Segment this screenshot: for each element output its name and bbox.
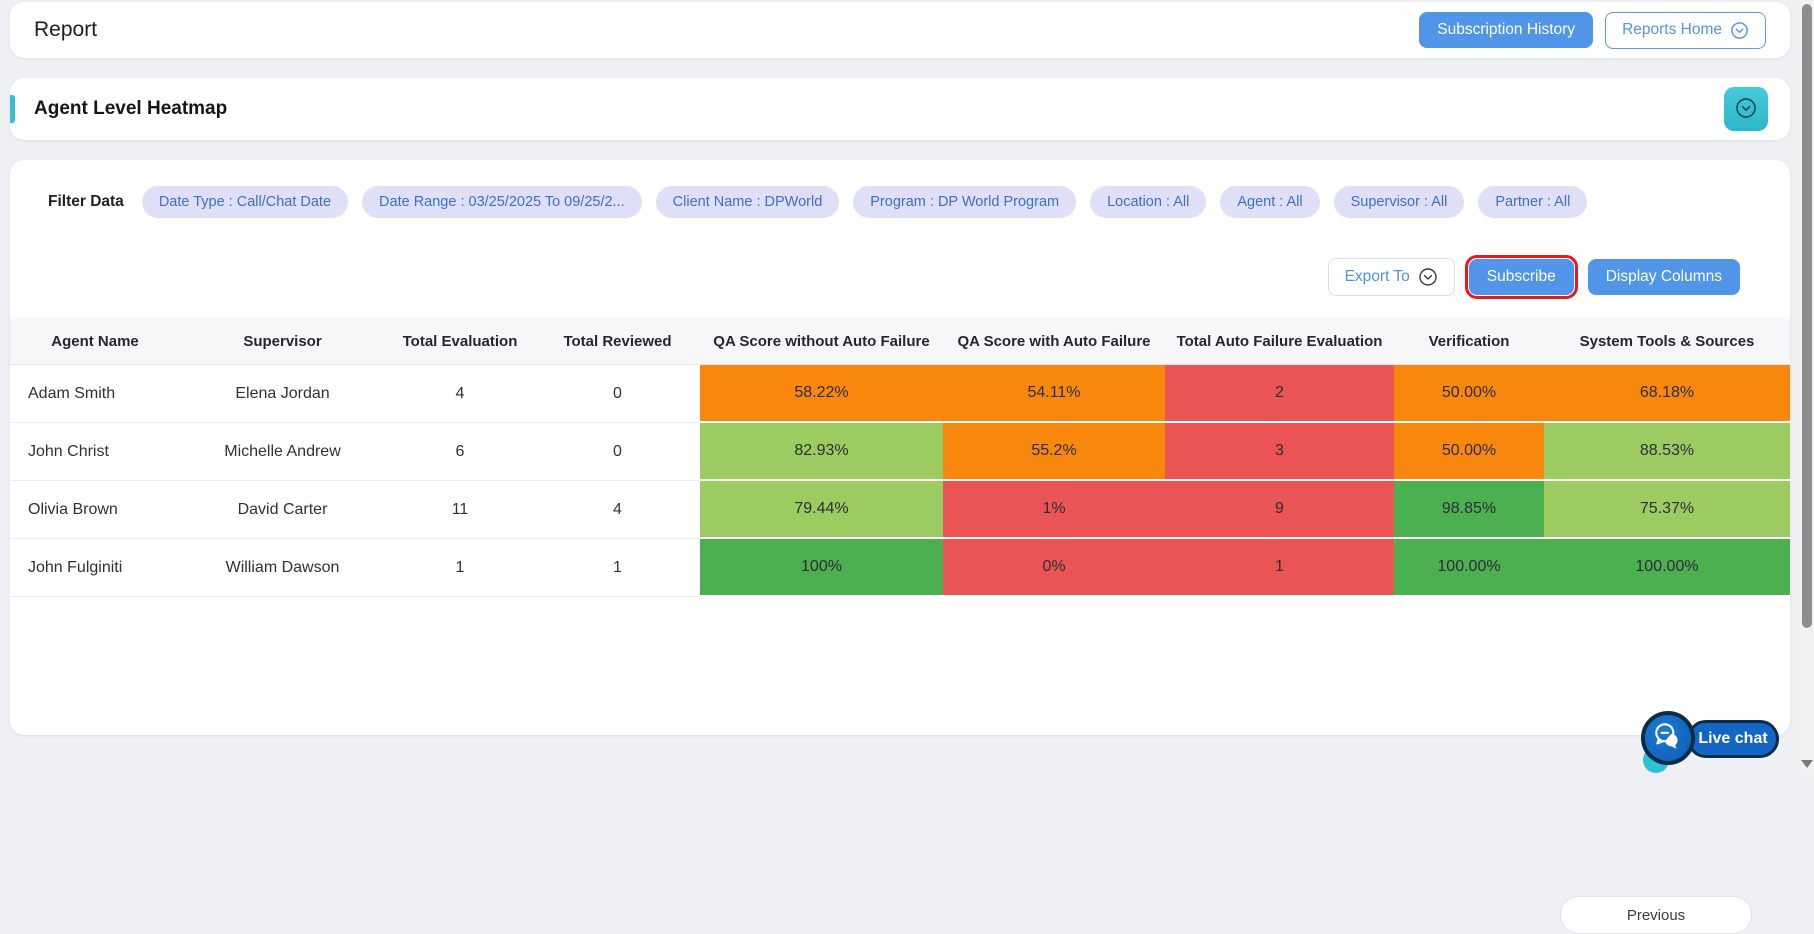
table-actions-row: Export To Subscribe Display Columns xyxy=(10,218,1790,296)
filter-chip[interactable]: Location : All xyxy=(1090,186,1206,218)
cell-system_tools: 68.18% xyxy=(1544,365,1790,423)
subscribe-button[interactable]: Subscribe xyxy=(1469,259,1574,295)
header-actions: Subscription History Reports Home xyxy=(1419,12,1766,49)
cell-system_tools: 75.37% xyxy=(1544,481,1790,539)
livechat-widget: Live chat xyxy=(1635,705,1785,773)
agent-heatmap-table: Agent NameSupervisorTotal EvaluationTota… xyxy=(10,318,1790,597)
table-row: Olivia BrownDavid Carter11479.44%1%998.8… xyxy=(10,481,1790,539)
cell-supervisor: Michelle Andrew xyxy=(180,423,385,481)
table-row: John FulginitiWilliam Dawson11100%0%1100… xyxy=(10,539,1790,597)
page-content: Report Subscription History Reports Home… xyxy=(0,0,1800,735)
livechat-bubble-button[interactable] xyxy=(1641,711,1695,765)
section-accent-bar xyxy=(10,95,15,123)
cell-qa_with: 1% xyxy=(943,481,1165,539)
filter-chip[interactable]: Agent : All xyxy=(1220,186,1319,218)
cell-supervisor: Elena Jordan xyxy=(180,365,385,423)
table-row: John ChristMichelle Andrew6082.93%55.2%3… xyxy=(10,423,1790,481)
column-header-supervisor: Supervisor xyxy=(180,318,385,365)
filter-row: Filter Data Date Type : Call/Chat DateDa… xyxy=(10,160,1790,218)
table-header-row: Agent NameSupervisorTotal EvaluationTota… xyxy=(10,318,1790,365)
cell-total_evaluation: 6 xyxy=(385,423,535,481)
cell-total_auto_failure: 9 xyxy=(1165,481,1394,539)
page-title: Report xyxy=(34,18,97,42)
column-header-total_evaluation: Total Evaluation xyxy=(385,318,535,365)
section-header-card: Agent Level Heatmap xyxy=(10,78,1790,140)
filter-chip[interactable]: Partner : All xyxy=(1478,186,1587,218)
subscription-history-label: Subscription History xyxy=(1437,21,1575,39)
cell-qa_without: 79.44% xyxy=(700,481,943,539)
cell-qa_with: 54.11% xyxy=(943,365,1165,423)
cell-supervisor: David Carter xyxy=(180,481,385,539)
livechat-button[interactable]: Live chat xyxy=(1687,720,1779,758)
cell-verification: 50.00% xyxy=(1394,365,1544,423)
filter-chip[interactable]: Supervisor : All xyxy=(1334,186,1465,218)
cell-total_evaluation: 4 xyxy=(385,365,535,423)
chat-bubbles-icon xyxy=(1651,719,1685,758)
export-to-label: Export To xyxy=(1345,268,1410,286)
cell-qa_with: 55.2% xyxy=(943,423,1165,481)
previous-label: Previous xyxy=(1627,907,1685,924)
display-columns-button[interactable]: Display Columns xyxy=(1588,259,1740,295)
cell-total_auto_failure: 3 xyxy=(1165,423,1394,481)
cell-agent_name: John Christ xyxy=(10,423,180,481)
export-to-button[interactable]: Export To xyxy=(1328,258,1455,296)
cell-total_auto_failure: 2 xyxy=(1165,365,1394,423)
reports-home-label: Reports Home xyxy=(1622,21,1722,39)
cell-verification: 100.00% xyxy=(1394,539,1544,597)
filter-chip[interactable]: Program : DP World Program xyxy=(853,186,1076,218)
cell-total_reviewed: 4 xyxy=(535,481,700,539)
previous-page-button[interactable]: Previous xyxy=(1560,896,1752,934)
chevron-down-circle-icon xyxy=(1730,21,1749,40)
subscription-history-button[interactable]: Subscription History xyxy=(1419,12,1593,48)
filter-data-label: Filter Data xyxy=(48,193,124,211)
report-body-card: Filter Data Date Type : Call/Chat DateDa… xyxy=(10,160,1790,735)
column-header-qa_with: QA Score with Auto Failure xyxy=(943,318,1165,365)
cell-agent_name: Olivia Brown xyxy=(10,481,180,539)
cell-total_evaluation: 11 xyxy=(385,481,535,539)
column-header-agent_name: Agent Name xyxy=(10,318,180,365)
cell-total_evaluation: 1 xyxy=(385,539,535,597)
scrollbar-down-arrow-icon[interactable] xyxy=(1801,760,1813,768)
table-row: Adam SmithElena Jordan4058.22%54.11%250.… xyxy=(10,365,1790,423)
cell-total_reviewed: 1 xyxy=(535,539,700,597)
cell-verification: 98.85% xyxy=(1394,481,1544,539)
chevron-down-circle-icon xyxy=(1734,96,1758,123)
chevron-down-circle-icon xyxy=(1418,267,1438,287)
reports-home-button[interactable]: Reports Home xyxy=(1605,12,1766,49)
cell-total_auto_failure: 1 xyxy=(1165,539,1394,597)
column-header-total_reviewed: Total Reviewed xyxy=(535,318,700,365)
filter-chips: Date Type : Call/Chat Date Date Range : 0… xyxy=(142,186,1587,218)
display-columns-label: Display Columns xyxy=(1606,268,1722,286)
filter-chip[interactable]: Client Name : DPWorld xyxy=(656,186,840,218)
section-title: Agent Level Heatmap xyxy=(34,98,227,120)
report-header-card: Report Subscription History Reports Home xyxy=(10,2,1790,58)
vertical-scrollbar[interactable] xyxy=(1800,0,1814,777)
cell-total_reviewed: 0 xyxy=(535,365,700,423)
cell-qa_without: 100% xyxy=(700,539,943,597)
column-header-qa_without: QA Score without Auto Failure xyxy=(700,318,943,365)
livechat-label: Live chat xyxy=(1698,730,1767,748)
column-header-system_tools: System Tools & Sources xyxy=(1544,318,1790,365)
cell-supervisor: William Dawson xyxy=(180,539,385,597)
cell-agent_name: Adam Smith xyxy=(10,365,180,423)
column-header-verification: Verification xyxy=(1394,318,1544,365)
filter-chip[interactable]: Date Type : Call/Chat Date xyxy=(142,186,348,218)
cell-system_tools: 88.53% xyxy=(1544,423,1790,481)
subscribe-label: Subscribe xyxy=(1487,268,1556,286)
filter-chip[interactable]: Date Range : 03/25/2025 To 09/25/2... xyxy=(362,186,642,218)
cell-verification: 50.00% xyxy=(1394,423,1544,481)
cell-agent_name: John Fulginiti xyxy=(10,539,180,597)
section-collapse-button[interactable] xyxy=(1724,87,1768,131)
cell-qa_without: 58.22% xyxy=(700,365,943,423)
cell-qa_with: 0% xyxy=(943,539,1165,597)
scrollbar-thumb[interactable] xyxy=(1802,4,1812,628)
cell-qa_without: 82.93% xyxy=(700,423,943,481)
column-header-total_auto_failure: Total Auto Failure Evaluation xyxy=(1165,318,1394,365)
cell-total_reviewed: 0 xyxy=(535,423,700,481)
cell-system_tools: 100.00% xyxy=(1544,539,1790,597)
